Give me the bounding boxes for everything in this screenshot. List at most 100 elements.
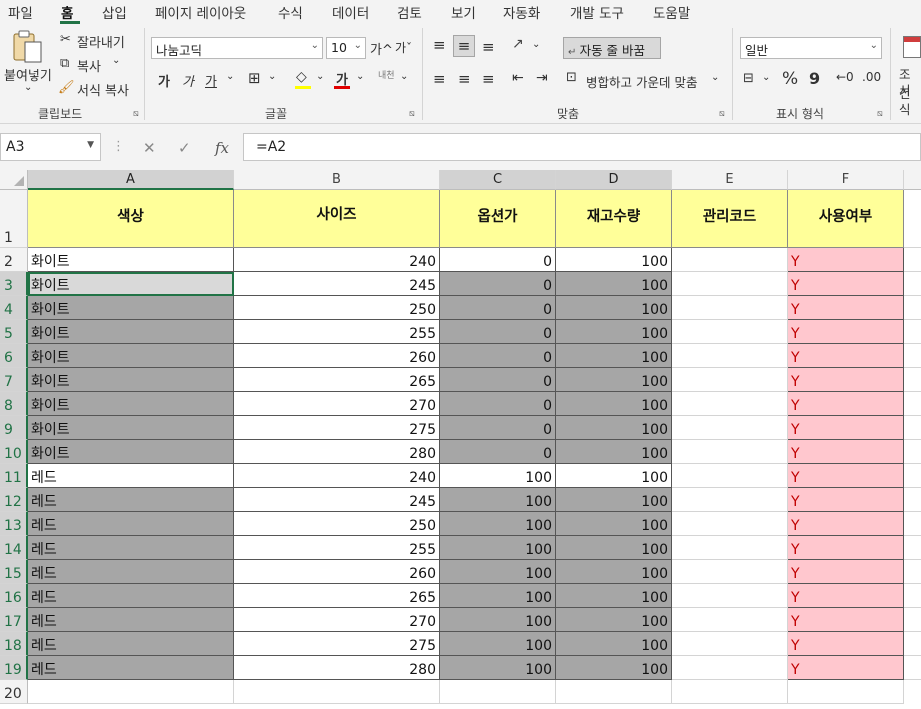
size-cell[interactable]: 255 [234, 320, 440, 344]
cell-g[interactable] [904, 560, 921, 584]
size-cell[interactable]: 255 [234, 536, 440, 560]
conditional-format-icon[interactable] [903, 36, 921, 58]
borders-icon[interactable]: ⊞ [248, 69, 261, 87]
option-price-cell[interactable]: 0 [440, 248, 556, 272]
code-cell[interactable] [672, 584, 788, 608]
color-cell[interactable]: 화이트 [28, 320, 234, 344]
row-header-14[interactable]: 14 [0, 536, 28, 560]
size-cell[interactable]: 280 [234, 656, 440, 680]
row-header-5[interactable]: 5 [0, 320, 28, 344]
format-painter-icon[interactable]: 🖌 [58, 80, 75, 95]
accounting-format-icon[interactable]: ⊟ [743, 71, 754, 86]
percent-style-button[interactable]: % [782, 69, 798, 89]
size-cell[interactable]: 275 [234, 632, 440, 656]
use-cell[interactable]: Y [788, 248, 904, 272]
orientation-icon[interactable]: ↗ [512, 36, 524, 52]
stock-cell[interactable]: 100 [556, 272, 672, 296]
color-cell[interactable]: 화이트 [28, 296, 234, 320]
empty-cell[interactable] [556, 680, 672, 704]
tab-insert[interactable]: 삽입 [102, 2, 127, 22]
formula-input[interactable]: =A2 [243, 133, 921, 161]
cell-g[interactable] [904, 464, 921, 488]
header-cell-color[interactable]: 색상 [28, 190, 234, 248]
header-cell-option-price[interactable]: 옵션가 [440, 190, 556, 248]
stock-cell[interactable]: 100 [556, 536, 672, 560]
color-cell[interactable]: 화이트 [28, 440, 234, 464]
merge-center-button[interactable]: 병합하고 가운데 맞춤 [586, 72, 697, 91]
cancel-icon[interactable]: ✕ [143, 139, 156, 157]
cell-g[interactable] [904, 632, 921, 656]
option-price-cell[interactable]: 0 [440, 416, 556, 440]
align-right-icon[interactable]: ≡ [482, 70, 495, 88]
empty-cell[interactable] [440, 680, 556, 704]
merge-icon[interactable]: ⊡ [566, 70, 577, 85]
option-price-cell[interactable]: 100 [440, 512, 556, 536]
size-cell[interactable]: 270 [234, 392, 440, 416]
size-cell[interactable]: 280 [234, 440, 440, 464]
tab-help[interactable]: 도움말 [653, 2, 690, 22]
row-header-13[interactable]: 13 [0, 512, 28, 536]
color-cell[interactable]: 화이트 [28, 344, 234, 368]
color-cell[interactable]: 화이트 [28, 392, 234, 416]
use-cell[interactable]: Y [788, 296, 904, 320]
row-header-6[interactable]: 6 [0, 344, 28, 368]
dialog-launcher-icon[interactable]: ⧅ [133, 109, 139, 119]
size-cell[interactable]: 245 [234, 488, 440, 512]
row-header-20[interactable]: 20 [0, 680, 28, 704]
option-price-cell[interactable]: 100 [440, 656, 556, 680]
size-cell[interactable]: 265 [234, 368, 440, 392]
empty-cell[interactable] [672, 680, 788, 704]
cell-g[interactable] [904, 584, 921, 608]
copy-icon[interactable]: ⧉ [60, 56, 69, 71]
font-color-dropdown-icon[interactable]: ⌄ [356, 71, 364, 82]
dialog-launcher-icon[interactable]: ⧅ [409, 109, 415, 119]
wrap-text-button[interactable]: ↵ 자동 줄 바꿈 [563, 37, 661, 59]
row-header-19[interactable]: 19 [0, 656, 28, 680]
use-cell[interactable]: Y [788, 392, 904, 416]
cell-g[interactable] [904, 392, 921, 416]
use-cell[interactable]: Y [788, 608, 904, 632]
comma-style-button[interactable]: 9 [809, 69, 820, 88]
select-all-button[interactable] [0, 170, 28, 190]
option-price-cell[interactable]: 0 [440, 320, 556, 344]
option-price-cell[interactable]: 100 [440, 536, 556, 560]
stock-cell[interactable]: 100 [556, 296, 672, 320]
cell-g[interactable] [904, 416, 921, 440]
size-cell[interactable]: 240 [234, 248, 440, 272]
empty-cell[interactable] [234, 680, 440, 704]
color-cell[interactable]: 레드 [28, 560, 234, 584]
color-cell[interactable]: 레드 [28, 536, 234, 560]
option-price-cell[interactable]: 0 [440, 272, 556, 296]
row-header-2[interactable]: 2 [0, 248, 28, 272]
option-price-cell[interactable]: 0 [440, 392, 556, 416]
size-cell[interactable]: 260 [234, 344, 440, 368]
phonetic-icon[interactable]: 내천 [378, 68, 395, 81]
option-price-cell[interactable]: 100 [440, 584, 556, 608]
italic-button[interactable]: 가 [182, 71, 194, 90]
size-cell[interactable]: 265 [234, 584, 440, 608]
cell-g[interactable] [904, 344, 921, 368]
row-header-16[interactable]: 16 [0, 584, 28, 608]
font-size-select[interactable]: 10 ⌄ [326, 37, 366, 59]
code-cell[interactable] [672, 368, 788, 392]
code-cell[interactable] [672, 320, 788, 344]
cell-g[interactable] [904, 536, 921, 560]
column-header-g[interactable] [904, 170, 921, 190]
cell-g[interactable] [904, 488, 921, 512]
stock-cell[interactable]: 100 [556, 440, 672, 464]
color-cell[interactable]: 화이트 [28, 248, 234, 272]
more-options-icon[interactable]: ⋮ [112, 139, 125, 154]
header-cell-size[interactable]: 사이즈 [234, 190, 440, 248]
size-cell[interactable]: 270 [234, 608, 440, 632]
color-cell[interactable]: 레드 [28, 464, 234, 488]
stock-cell[interactable]: 100 [556, 320, 672, 344]
cell-g[interactable] [904, 440, 921, 464]
code-cell[interactable] [672, 560, 788, 584]
column-header-e[interactable]: E [672, 170, 788, 190]
font-name-select[interactable]: 나눔고딕 ⌄ [151, 37, 323, 59]
color-cell[interactable]: 레드 [28, 488, 234, 512]
color-cell[interactable]: 화이트 [28, 368, 234, 392]
size-cell[interactable]: 250 [234, 296, 440, 320]
size-cell[interactable]: 250 [234, 512, 440, 536]
cut-button[interactable]: 잘라내기 [77, 32, 125, 51]
